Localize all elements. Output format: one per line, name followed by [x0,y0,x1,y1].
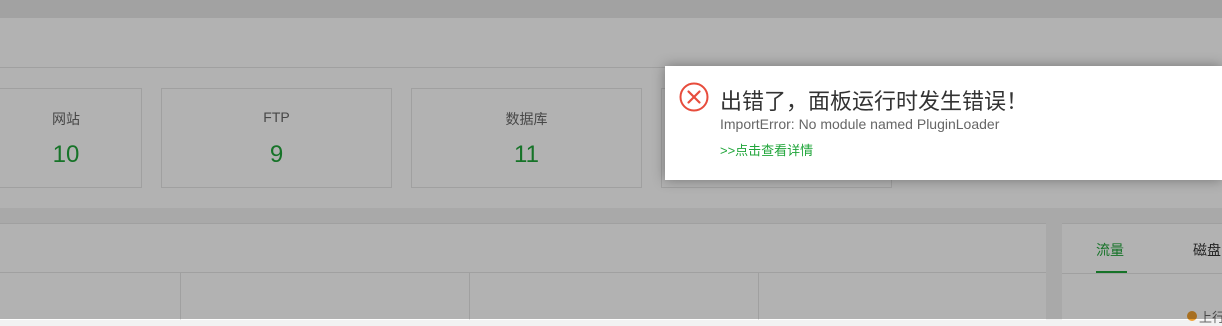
error-title: 出错了，面板运行时发生错误！ [720,89,1029,114]
error-message: ImportError: No module named PluginLoade… [720,116,1000,132]
error-dialog: 出错了，面板运行时发生错误！ ImportError: No module na… [665,66,1222,180]
error-close-icon [679,82,709,112]
view-details-link[interactable]: >>点击查看详情 [720,140,813,159]
